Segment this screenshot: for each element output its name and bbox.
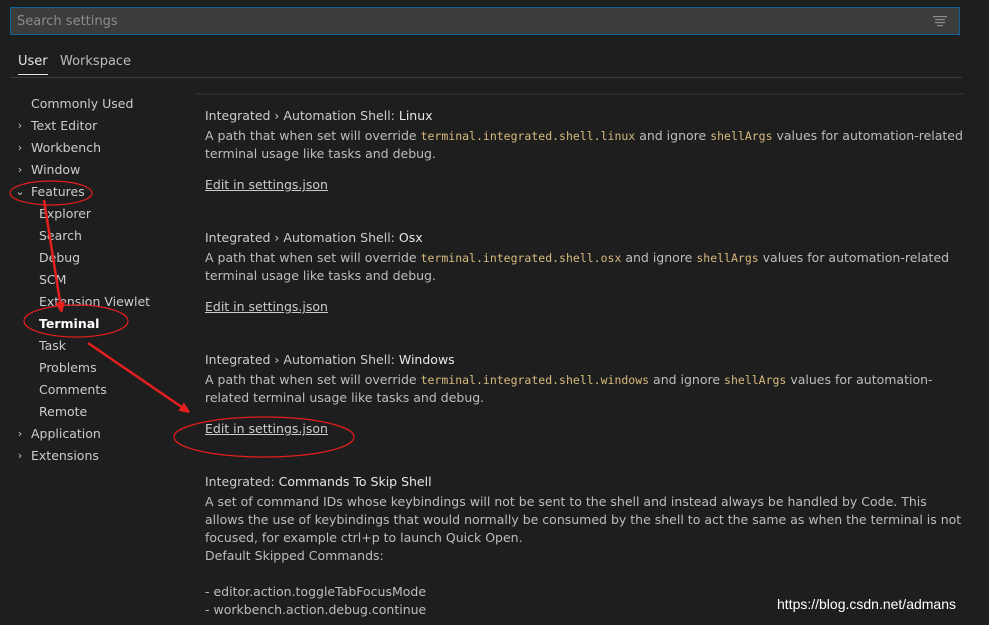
code-shellargs: shellArgs	[696, 251, 759, 265]
toc-label: Debug	[39, 250, 81, 265]
code-shellargs: shellArgs	[724, 373, 787, 387]
setting-description: A set of command IDs whose keybindings w…	[205, 494, 962, 545]
chevron-right-icon: ›	[17, 427, 23, 440]
default-skipped-label: Default Skipped Commands:	[205, 548, 384, 563]
setting-key: Linux	[398, 108, 433, 123]
setting-key: Osx	[398, 230, 423, 245]
tab-workspace[interactable]: Workspace	[60, 50, 131, 74]
toc-label: Problems	[39, 360, 97, 375]
toc-label: Extensions	[31, 448, 99, 463]
setting-description: A path that when set will override termi…	[205, 371, 965, 407]
desc-text: and ignore	[649, 372, 725, 387]
tab-user[interactable]: User	[18, 50, 48, 75]
setting-title: Integrated › Automation Shell: Linux	[205, 106, 965, 126]
setting-automation-shell-linux: Integrated › Automation Shell: Linux A p…	[205, 106, 965, 194]
watermark: https://blog.csdn.net/admans	[777, 596, 956, 612]
code-setting-id: terminal.integrated.shell.linux	[420, 129, 636, 143]
toc-label: SCM	[39, 272, 67, 287]
toc-label: Workbench	[31, 140, 101, 155]
setting-key: Commands To Skip Shell	[278, 474, 432, 489]
search-box[interactable]	[10, 7, 960, 35]
edit-in-settings-json-link[interactable]: Edit in settings.json	[205, 298, 328, 316]
edit-in-settings-json-link[interactable]: Edit in settings.json	[205, 420, 328, 438]
code-shellargs: shellArgs	[710, 129, 773, 143]
setting-description: A path that when set will override termi…	[205, 249, 965, 285]
content-divider	[195, 93, 963, 95]
edit-in-settings-json-link[interactable]: Edit in settings.json	[205, 176, 328, 194]
setting-title: Integrated › Automation Shell: Windows	[205, 350, 965, 370]
toc-label: Terminal	[39, 316, 100, 331]
chevron-right-icon: ›	[17, 449, 23, 462]
toc-label: Explorer	[39, 206, 92, 221]
setting-category: Integrated › Automation Shell:	[205, 352, 399, 367]
desc-text: A path that when set will override	[205, 250, 421, 265]
toc-label: Extension Viewlet	[39, 294, 151, 309]
setting-key: Windows	[398, 352, 455, 367]
chevron-right-icon: ›	[17, 163, 23, 176]
chevron-right-icon: ›	[17, 119, 23, 132]
toc-label: Application	[31, 426, 101, 441]
setting-title: Integrated › Automation Shell: Osx	[205, 228, 965, 248]
toc-label: Task	[39, 338, 66, 353]
desc-text: A path that when set will override	[205, 372, 421, 387]
toc-label: Comments	[39, 382, 107, 397]
setting-category: Integrated › Automation Shell:	[205, 108, 399, 123]
toc-label: Window	[31, 162, 81, 177]
toc-label: Text Editor	[31, 118, 98, 133]
desc-text: and ignore	[621, 250, 697, 265]
desc-text: A path that when set will override	[205, 128, 421, 143]
setting-category: Integrated:	[205, 474, 279, 489]
toc-label: Commonly Used	[31, 96, 134, 111]
setting-automation-shell-windows: Integrated › Automation Shell: Windows A…	[205, 350, 965, 438]
code-setting-id: terminal.integrated.shell.windows	[420, 373, 650, 387]
chevron-right-icon: ›	[17, 141, 23, 154]
setting-automation-shell-osx: Integrated › Automation Shell: Osx A pat…	[205, 228, 965, 316]
filter-icon[interactable]	[933, 15, 947, 27]
tab-divider	[10, 77, 962, 78]
code-setting-id: terminal.integrated.shell.osx	[420, 251, 622, 265]
setting-category: Integrated › Automation Shell:	[205, 230, 399, 245]
desc-text: and ignore	[635, 128, 711, 143]
setting-description: A path that when set will override termi…	[205, 127, 965, 163]
toc-label: Search	[39, 228, 82, 243]
setting-title: Integrated: Commands To Skip Shell	[205, 472, 963, 492]
chevron-down-icon: ⌄	[15, 185, 25, 198]
toc-label: Features	[31, 184, 85, 199]
search-input[interactable]	[11, 8, 911, 34]
toc-label: Remote	[39, 404, 88, 419]
